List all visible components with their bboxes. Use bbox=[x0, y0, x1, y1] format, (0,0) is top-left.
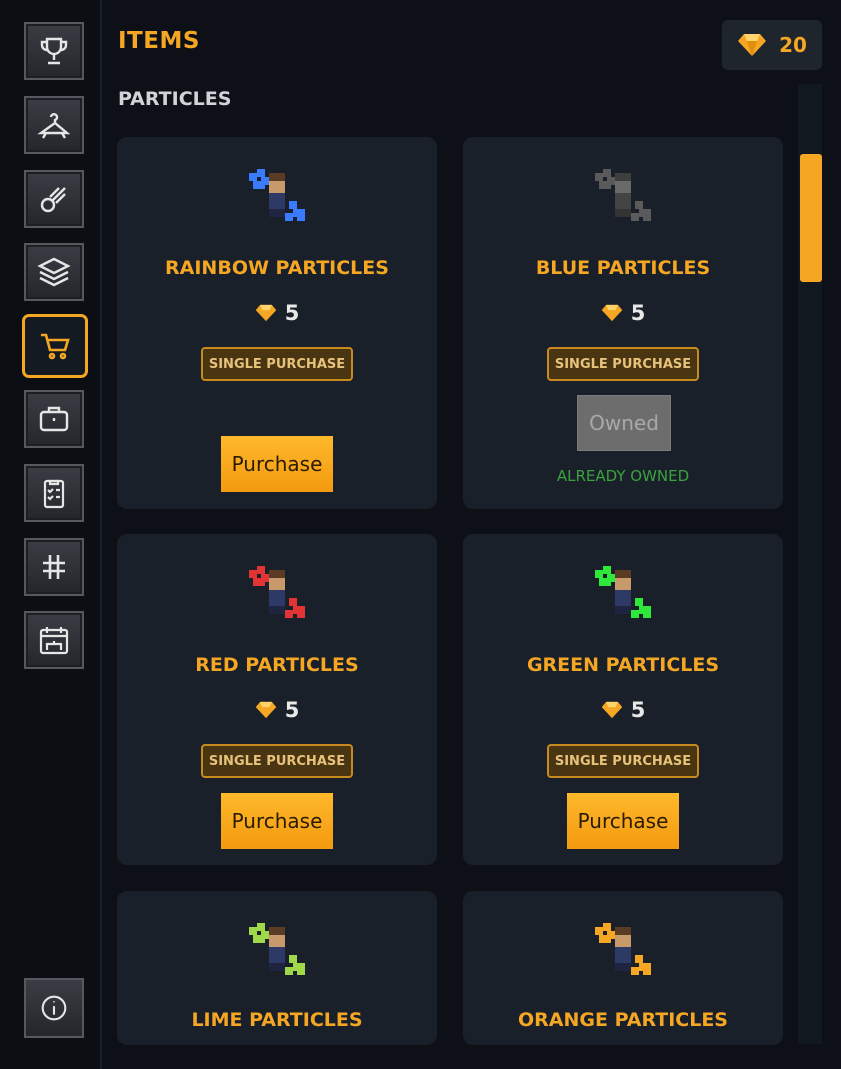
gem-balance-value: 20 bbox=[779, 33, 807, 57]
particle-preview-icon bbox=[595, 169, 651, 221]
single-purchase-badge: SINGLE PURCHASE bbox=[547, 347, 699, 381]
particle-preview-icon bbox=[595, 566, 651, 618]
info-button[interactable] bbox=[24, 978, 84, 1038]
sidebar bbox=[0, 0, 102, 1069]
gem-balance: 20 bbox=[722, 20, 822, 70]
briefcase-icon bbox=[39, 406, 69, 432]
owned-button: Owned bbox=[577, 395, 671, 451]
gem-icon bbox=[601, 304, 622, 322]
item-name: ORANGE PARTICLES bbox=[518, 1009, 728, 1031]
shop-item-card: GREEN PARTICLES 5 SINGLE PURCHASE Purcha… bbox=[463, 534, 783, 865]
single-purchase-badge: SINGLE PURCHASE bbox=[547, 744, 699, 778]
owned-status-text: ALREADY OWNED bbox=[556, 467, 690, 485]
shop-item-card: RED PARTICLES 5 SINGLE PURCHASE Purchase bbox=[117, 534, 437, 865]
gem-icon bbox=[738, 34, 767, 56]
particle-preview-icon bbox=[249, 923, 305, 975]
shop-item-card: BLUE PARTICLES 5 SINGLE PURCHASE Owned A… bbox=[463, 137, 783, 509]
sidebar-item-tags[interactable] bbox=[24, 538, 84, 596]
item-name: LIME PARTICLES bbox=[191, 1009, 363, 1031]
sidebar-item-inventory[interactable] bbox=[24, 390, 84, 448]
shop-panel: ITEMS 20 PARTICLES RAINBOW PARTICLES 5 S… bbox=[102, 0, 841, 1069]
particle-preview-icon bbox=[249, 169, 305, 221]
item-price: 5 bbox=[117, 698, 437, 722]
info-icon bbox=[41, 995, 67, 1021]
shop-item-card: RAINBOW PARTICLES 5 SINGLE PURCHASE Purc… bbox=[117, 137, 437, 509]
purchase-button[interactable]: Purchase bbox=[221, 793, 333, 849]
gem-icon bbox=[255, 701, 276, 719]
sidebar-item-achievements[interactable] bbox=[24, 22, 84, 80]
price-value: 5 bbox=[630, 698, 646, 722]
page-title: ITEMS bbox=[118, 28, 200, 54]
sidebar-item-quests[interactable] bbox=[24, 464, 84, 522]
clipboard-checklist-icon bbox=[43, 479, 65, 509]
calendar-cake-icon bbox=[39, 627, 69, 655]
item-name: GREEN PARTICLES bbox=[526, 654, 720, 676]
price-value: 5 bbox=[284, 698, 300, 722]
purchase-button[interactable]: Purchase bbox=[567, 793, 679, 849]
scrollbar-thumb[interactable] bbox=[800, 154, 822, 282]
sidebar-item-events[interactable] bbox=[24, 611, 84, 669]
price-value: 5 bbox=[284, 301, 300, 325]
single-purchase-badge: SINGLE PURCHASE bbox=[201, 347, 353, 381]
gem-icon bbox=[601, 701, 622, 719]
hanger-icon bbox=[37, 112, 71, 139]
item-name: RAINBOW PARTICLES bbox=[165, 257, 389, 279]
shop-item-card: LIME PARTICLES bbox=[117, 891, 437, 1045]
section-title: PARTICLES bbox=[118, 88, 232, 110]
item-name: RED PARTICLES bbox=[195, 654, 359, 676]
particle-preview-icon bbox=[595, 923, 651, 975]
cart-icon bbox=[41, 333, 70, 360]
item-price: 5 bbox=[463, 301, 783, 325]
comet-icon bbox=[40, 187, 66, 213]
trophy-icon bbox=[40, 37, 68, 65]
sidebar-item-layers[interactable] bbox=[24, 243, 84, 301]
purchase-button[interactable]: Purchase bbox=[221, 436, 333, 492]
price-value: 5 bbox=[630, 301, 646, 325]
single-purchase-badge: SINGLE PURCHASE bbox=[201, 744, 353, 778]
gem-icon bbox=[255, 304, 276, 322]
sidebar-item-effects[interactable] bbox=[24, 170, 84, 228]
item-price: 5 bbox=[463, 698, 783, 722]
item-price: 5 bbox=[117, 301, 437, 325]
particle-preview-icon bbox=[249, 566, 305, 618]
layers-icon bbox=[37, 257, 71, 287]
shop-item-card: ORANGE PARTICLES bbox=[463, 891, 783, 1045]
sidebar-item-wardrobe[interactable] bbox=[24, 96, 84, 154]
hashtag-icon bbox=[43, 555, 65, 579]
sidebar-item-shop[interactable] bbox=[22, 314, 88, 378]
item-name: BLUE PARTICLES bbox=[535, 257, 711, 279]
